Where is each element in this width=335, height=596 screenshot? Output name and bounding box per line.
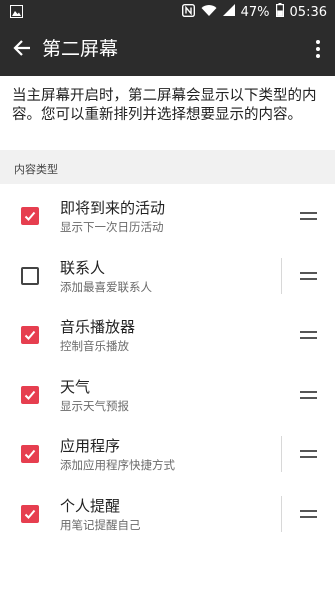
page-title: 第二屏幕 <box>42 38 119 60</box>
wifi-icon <box>201 4 217 21</box>
back-arrow-icon[interactable] <box>10 36 34 60</box>
app-bar: 第二屏幕 <box>0 24 335 76</box>
list-item-subtitle: 用笔记提醒自己 <box>60 517 141 532</box>
divider <box>281 495 282 532</box>
list-item[interactable]: 即将到来的活动显示下一次日历活动 <box>0 186 335 246</box>
list-item-subtitle: 显示天气预报 <box>60 398 129 413</box>
drag-handle-icon[interactable] <box>300 450 317 458</box>
section-header: 内容类型 <box>0 150 335 184</box>
checkbox-checked[interactable] <box>21 326 39 344</box>
checkbox-checked[interactable] <box>21 385 39 404</box>
checkmark-icon <box>24 390 36 400</box>
list-item[interactable]: 个人提醒用笔记提醒自己 <box>0 484 335 544</box>
drag-handle-icon[interactable] <box>300 271 317 280</box>
battery-level: 47% <box>240 4 270 20</box>
list-item-subtitle: 添加应用程序快捷方式 <box>60 458 175 472</box>
status-bar: 47% 05:36 <box>0 0 335 24</box>
content-type-list: 即将到来的活动显示下一次日历活动联系人添加最喜爱联系人 音乐播放器控制音乐播放天气… <box>0 186 335 543</box>
drag-handle-icon[interactable] <box>300 331 317 339</box>
cellular-signal-icon <box>222 4 235 20</box>
list-item[interactable]: 应用程序添加应用程序快捷方式 <box>0 424 335 484</box>
list-item-subtitle: 添加最喜爱联系人 <box>60 279 152 294</box>
checkmark-icon <box>24 449 36 459</box>
checkbox-checked[interactable] <box>21 445 39 463</box>
list-item-title: 天气 <box>60 377 91 396</box>
list-item-title: 音乐播放器 <box>60 318 136 336</box>
list-item-title: 即将到来的活动 <box>60 199 166 217</box>
drag-handle-icon[interactable] <box>300 509 317 518</box>
checkbox-checked[interactable] <box>21 207 39 225</box>
checkmark-icon <box>24 211 36 221</box>
clock: 05:36 <box>289 4 327 20</box>
section-header-label: 内容类型 <box>14 163 58 176</box>
list-item[interactable]: 天气 显示天气预报 <box>0 365 335 425</box>
nfc-icon <box>181 3 195 21</box>
list-item-title: 联系人 <box>60 258 106 277</box>
list-item-subtitle: 显示下一次日历活动 <box>60 220 164 234</box>
image-notification-icon <box>10 5 23 22</box>
divider <box>281 257 282 294</box>
list-item-subtitle: 控制音乐播放 <box>60 339 129 353</box>
divider <box>281 436 282 472</box>
checkbox-unchecked[interactable] <box>21 266 39 285</box>
list-item[interactable]: 联系人添加最喜爱联系人 <box>0 246 335 306</box>
checkbox-checked[interactable] <box>21 504 39 523</box>
list-item[interactable]: 音乐播放器控制音乐播放 <box>0 305 335 365</box>
overflow-menu-icon[interactable] <box>311 36 325 62</box>
battery-icon <box>275 3 284 21</box>
list-item-title: 应用程序 <box>60 437 121 455</box>
checkmark-icon <box>24 509 36 519</box>
drag-handle-icon[interactable] <box>300 212 317 220</box>
description-text: 当主屏幕开启时，第二屏幕会显示以下类型的内容。您可以重新排列并选择想要显示的内容… <box>12 88 317 123</box>
list-item-title: 个人提醒 <box>60 496 121 515</box>
checkmark-icon <box>24 330 36 340</box>
drag-handle-icon[interactable] <box>300 390 317 399</box>
